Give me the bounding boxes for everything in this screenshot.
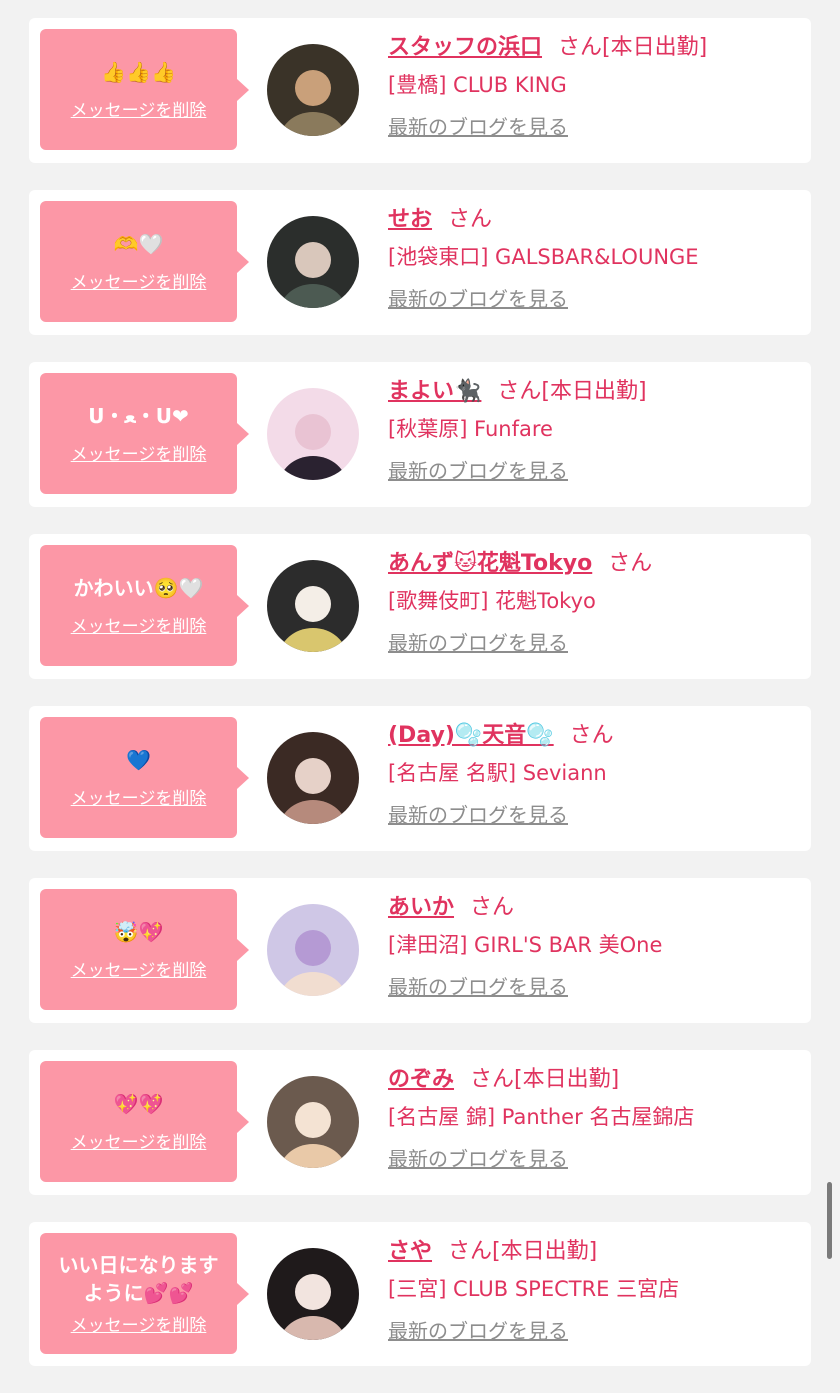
latest-blog-link[interactable]: 最新のブログを見る — [388, 457, 568, 485]
shop-name: [津田沼] GIRL'S BAR 美One — [388, 933, 663, 957]
cast-name-link[interactable]: まよい🐈‍⬛ — [388, 379, 481, 404]
message-text: 💙 — [126, 748, 151, 772]
avatar[interactable] — [267, 904, 359, 996]
honorific: さん — [569, 723, 614, 748]
shop-name: [名古屋 錦] Panther 名古屋錦店 — [388, 1105, 695, 1129]
message-text: 💖💖 — [113, 1092, 164, 1116]
message-text: かわいい🥺🤍 — [73, 576, 204, 600]
honorific: さん — [558, 35, 603, 60]
cast-name-link[interactable]: さや — [388, 1239, 432, 1264]
shop-name: [三宮] CLUB SPECTRE 三宮店 — [388, 1277, 680, 1301]
message-bubble: 💙 メッセージを削除 — [40, 717, 249, 838]
scrollbar[interactable] — [827, 1182, 832, 1259]
message-bubble: 👍👍👍 メッセージを削除 — [40, 29, 249, 150]
message-card: U・ﻌ・U❤ メッセージを削除 まよい🐈‍⬛ さん[本日出勤] [秋葉原] Fun… — [29, 362, 811, 507]
shop-name: [池袋東口] GALSBAR&LOUNGE — [388, 245, 699, 269]
delete-message-link[interactable]: メッセージを削除 — [71, 1311, 207, 1336]
message-bubble: U・ﻌ・U❤ メッセージを削除 — [40, 373, 249, 494]
avatar[interactable] — [267, 44, 359, 136]
latest-blog-link[interactable]: 最新のブログを見る — [388, 629, 568, 657]
honorific: さん — [497, 379, 542, 404]
cast-name-link[interactable]: (Day)🫧天音🫧 — [388, 723, 554, 748]
avatar[interactable] — [267, 1248, 359, 1340]
delete-message-link[interactable]: メッセージを削除 — [71, 1128, 207, 1153]
shop-name: [豊橋] CLUB KING — [388, 73, 567, 97]
latest-blog-link[interactable]: 最新のブログを見る — [388, 801, 568, 829]
message-bubble: 🫶🤍 メッセージを削除 — [40, 201, 249, 322]
attendance-badge: [本日出勤] — [514, 1067, 620, 1092]
delete-message-link[interactable]: メッセージを削除 — [71, 96, 207, 121]
attendance-badge: [本日出勤] — [541, 379, 647, 404]
delete-message-link[interactable]: メッセージを削除 — [71, 612, 207, 637]
message-card: 🫶🤍 メッセージを削除 せお さん [池袋東口] GALSBAR&LOUNGE 最… — [29, 190, 811, 335]
shop-name: [歌舞伎町] 花魁Tokyo — [388, 589, 596, 613]
latest-blog-link[interactable]: 最新のブログを見る — [388, 973, 568, 1001]
delete-message-link[interactable]: メッセージを削除 — [71, 268, 207, 293]
delete-message-link[interactable]: メッセージを削除 — [71, 784, 207, 809]
avatar[interactable] — [267, 388, 359, 480]
latest-blog-link[interactable]: 最新のブログを見る — [388, 1317, 568, 1345]
message-text: U・ﻌ・U❤ — [88, 404, 189, 428]
avatar[interactable] — [267, 1076, 359, 1168]
message-text: 🫶🤍 — [113, 232, 164, 256]
avatar[interactable] — [267, 732, 359, 824]
message-bubble: かわいい🥺🤍 メッセージを削除 — [40, 545, 249, 666]
message-card: かわいい🥺🤍 メッセージを削除 あんず🐱花魁Tokyo さん [歌舞伎町] 花魁T… — [29, 534, 811, 679]
cast-name-link[interactable]: スタッフの浜口 — [388, 35, 542, 60]
message-text: 👍👍👍 — [101, 60, 176, 84]
delete-message-link[interactable]: メッセージを削除 — [71, 956, 207, 981]
message-card: 💖💖 メッセージを削除 のぞみ さん[本日出勤] [名古屋 錦] Panther … — [29, 1050, 811, 1195]
latest-blog-link[interactable]: 最新のブログを見る — [388, 113, 568, 141]
message-text: 🤯💖 — [113, 920, 164, 944]
message-bubble: いい日になります ように💕💕 メッセージを削除 — [40, 1233, 249, 1354]
cast-name-link[interactable]: あんず🐱花魁Tokyo — [388, 551, 592, 576]
shop-name: [名古屋 名駅] Seviann — [388, 761, 607, 785]
honorific: さん — [470, 1067, 515, 1092]
message-card: いい日になります ように💕💕 メッセージを削除 さや さん[本日出勤] [三宮] … — [29, 1222, 811, 1366]
latest-blog-link[interactable]: 最新のブログを見る — [388, 285, 568, 313]
avatar[interactable] — [267, 216, 359, 308]
attendance-badge: [本日出勤] — [492, 1239, 598, 1264]
message-list: 👍👍👍 メッセージを削除 スタッフの浜口 さん[本日出勤] [豊橋] CLUB K… — [29, 18, 811, 1393]
message-card: 💙 メッセージを削除 (Day)🫧天音🫧 さん [名古屋 名駅] Seviann … — [29, 706, 811, 851]
honorific: さん — [608, 551, 653, 576]
message-bubble: 💖💖 メッセージを削除 — [40, 1061, 249, 1182]
attendance-badge: [本日出勤] — [602, 35, 708, 60]
message-card: 👍👍👍 メッセージを削除 スタッフの浜口 さん[本日出勤] [豊橋] CLUB K… — [29, 18, 811, 163]
cast-name-link[interactable]: せお — [388, 207, 432, 232]
message-text: いい日になります ように💕💕 — [58, 1253, 219, 1305]
shop-name: [秋葉原] Funfare — [388, 417, 553, 441]
cast-name-link[interactable]: のぞみ — [388, 1067, 454, 1092]
message-card: 🤯💖 メッセージを削除 あいか さん [津田沼] GIRL'S BAR 美One … — [29, 878, 811, 1023]
cast-name-link[interactable]: あいか — [388, 895, 454, 920]
avatar[interactable] — [267, 560, 359, 652]
honorific: さん — [448, 207, 493, 232]
honorific: さん — [448, 1239, 493, 1264]
delete-message-link[interactable]: メッセージを削除 — [71, 440, 207, 465]
latest-blog-link[interactable]: 最新のブログを見る — [388, 1145, 568, 1173]
message-bubble: 🤯💖 メッセージを削除 — [40, 889, 249, 1010]
honorific: さん — [470, 895, 515, 920]
